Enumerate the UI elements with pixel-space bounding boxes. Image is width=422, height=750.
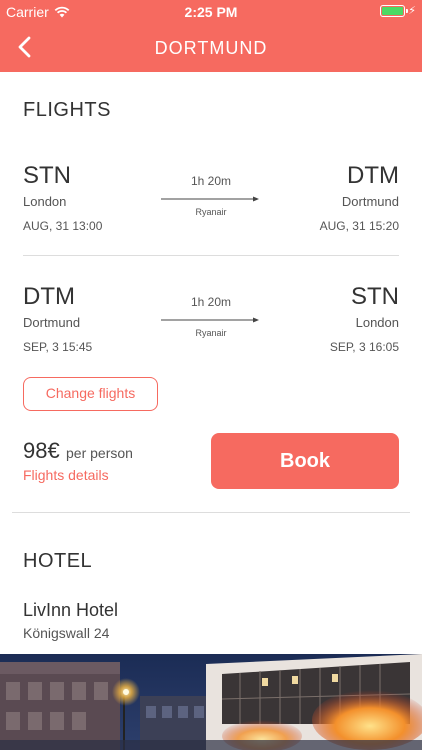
price-unit-label: per person [66,445,133,461]
status-bar: Carrier 2:25 PM ⚡ [0,0,422,24]
flights-section-title: FLIGHTS [23,99,111,121]
battery-indicator: ⚡ [380,5,416,17]
navigation-header: Carrier 2:25 PM ⚡ DORTMUND [0,0,422,72]
departure-airport-code: DTM [23,283,75,310]
battery-icon [380,5,409,17]
flight-duration: 1h 20m [190,295,232,309]
hotel-address: Königswall 24 [23,625,110,641]
section-divider [12,512,410,513]
arrival-airport-code: STN [351,283,399,310]
outbound-flight: STN London AUG, 31 13:00 1h 20m Ryanair … [23,162,399,242]
hotel-section-title: HOTEL [23,550,93,572]
arrival-city: Dortmund [341,194,399,209]
book-button[interactable]: Book [211,433,399,489]
departure-city: London [23,194,67,209]
arrival-city: London [355,315,399,330]
arrival-airport-code: DTM [347,162,399,189]
departure-airport-code: STN [23,162,71,189]
departure-city: Dortmund [23,315,81,330]
arrival-datetime: AUG, 31 15:20 [319,219,399,233]
departure-datetime: AUG, 31 13:00 [23,219,103,233]
airline-name: Ryanair [195,328,227,338]
price-value: 98€ [23,438,60,463]
divider [23,255,399,256]
flight-duration: 1h 20m [190,174,232,188]
arrival-datetime: SEP, 3 16:05 [329,340,399,354]
departure-datetime: SEP, 3 15:45 [23,340,93,354]
airline-name: Ryanair [195,207,227,217]
route-arrow-icon [161,317,259,323]
flights-details-link[interactable]: Flights details [23,467,109,483]
page-title: DORTMUND [154,38,268,58]
change-flights-button[interactable]: Change flights [23,377,158,411]
status-time: 2:25 PM [184,4,238,20]
charging-icon: ⚡ [408,5,416,17]
hotel-photo [0,654,422,750]
route-arrow-icon [161,196,259,202]
return-flight: DTM Dortmund SEP, 3 15:45 1h 20m Ryanair… [23,283,399,363]
hotel-name: LivInn Hotel [23,600,119,620]
